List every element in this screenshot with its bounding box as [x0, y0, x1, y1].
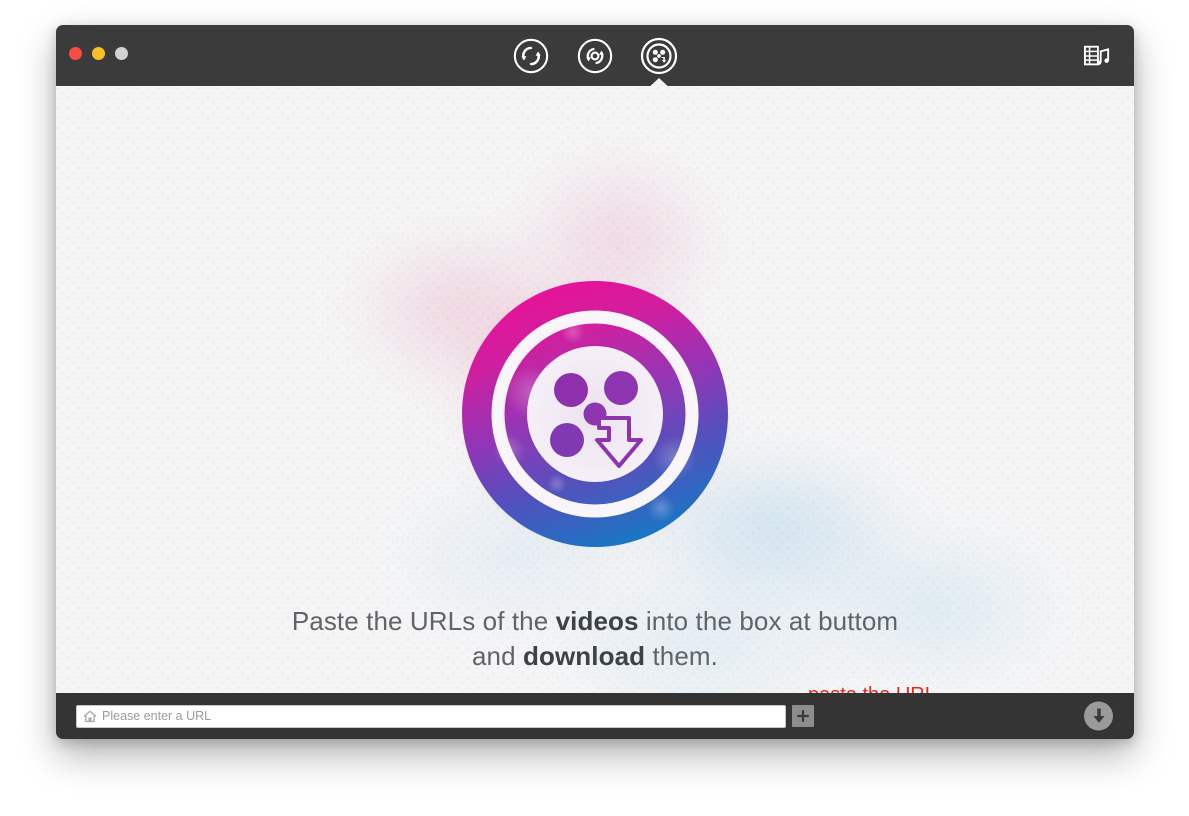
title-bar — [56, 25, 1134, 86]
toolbar-tabs — [509, 25, 681, 86]
url-input[interactable]: Please enter a URL — [76, 704, 786, 728]
headline-line2-part2: them. — [645, 640, 718, 671]
headline-line1-part1: Paste the URLs of the — [291, 606, 556, 636]
logo-glow — [443, 262, 747, 566]
plus-icon — [797, 710, 809, 722]
bottom-toolbar: Please enter a URL — [56, 693, 1134, 739]
home-icon — [83, 710, 97, 723]
headline-download-bold: download — [523, 640, 646, 671]
headline-text: Paste the URLs of the videos into the bo… — [56, 607, 1134, 670]
maximize-window-button[interactable] — [115, 47, 128, 60]
audio-converter-icon — [577, 38, 613, 73]
tab-video-converter[interactable] — [509, 34, 553, 78]
add-url-button[interactable] — [792, 705, 814, 727]
headline-line2-part1: and — [472, 640, 524, 671]
media-library-button[interactable] — [1074, 25, 1120, 86]
headline-line1-part2: into the box at buttom — [638, 606, 899, 636]
tab-video-downloader[interactable] — [637, 34, 681, 78]
media-library-icon — [1084, 45, 1110, 65]
screenshot-canvas: Paste the URLs of the videos into the bo… — [0, 0, 1189, 816]
close-window-button[interactable] — [69, 47, 82, 60]
headline-videos-bold: videos — [555, 606, 639, 636]
annotation-label: paste the URL — [808, 684, 936, 693]
app-logo — [443, 262, 747, 566]
download-arrow-icon — [1092, 708, 1105, 723]
window-controls — [69, 47, 128, 60]
main-content: Paste the URLs of the videos into the bo… — [56, 86, 1134, 693]
url-input-placeholder: Please enter a URL — [102, 709, 212, 723]
application-window: Paste the URLs of the videos into the bo… — [56, 25, 1134, 739]
minimize-window-button[interactable] — [92, 47, 105, 60]
video-downloader-icon — [640, 37, 678, 74]
tab-audio-converter[interactable] — [573, 34, 617, 78]
video-converter-icon — [513, 38, 549, 73]
download-button[interactable] — [1084, 701, 1113, 731]
